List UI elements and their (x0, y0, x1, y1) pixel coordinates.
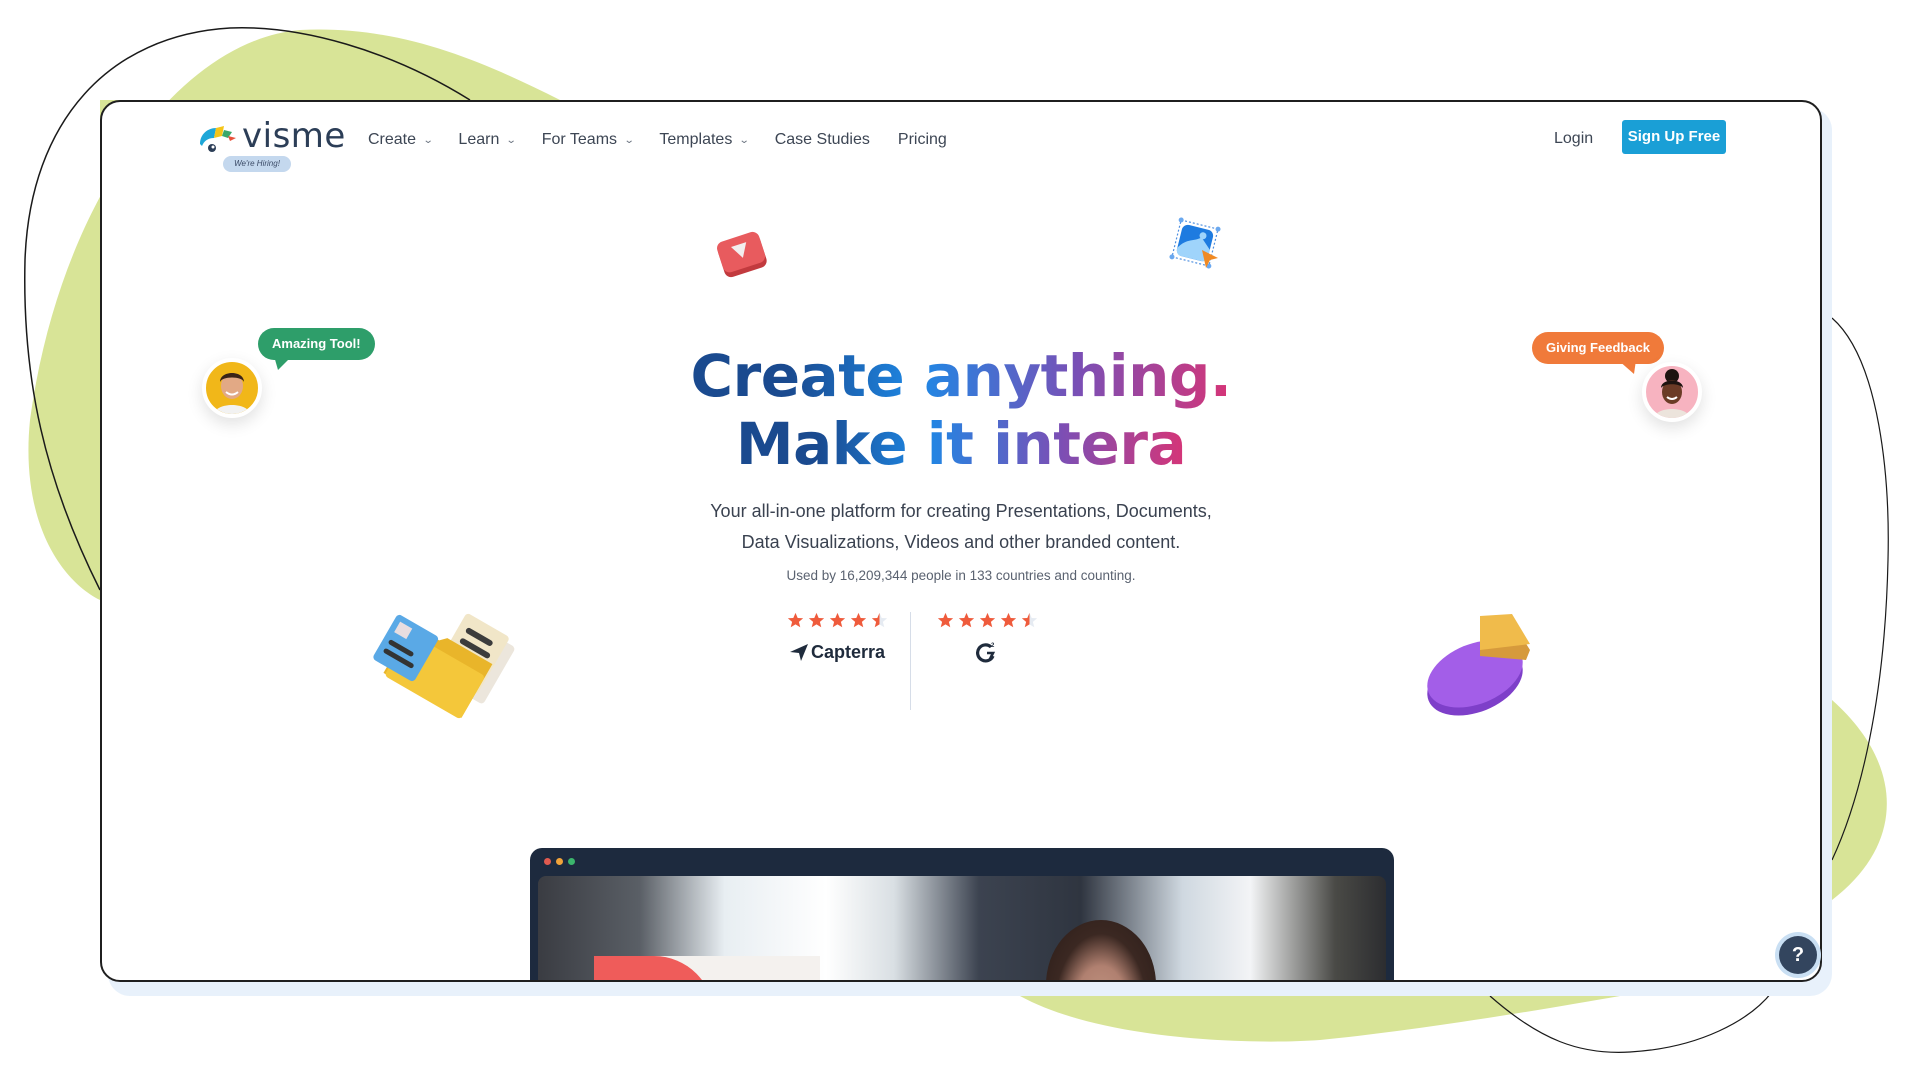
browser-frame: visme We're Hiring! Create ⌄ Learn ⌄ For… (100, 100, 1822, 982)
visme-logo-icon (200, 126, 236, 152)
visme-logo[interactable]: visme We're Hiring! (198, 116, 348, 172)
product-video-mockup[interactable]: MARKET REPORT (530, 848, 1394, 982)
rating-source-label: Capterra (810, 641, 886, 662)
video-preview: MARKET REPORT (538, 876, 1386, 982)
nav-item-pricing[interactable]: Pricing (898, 128, 947, 152)
nav-menu: Create ⌄ Learn ⌄ For Teams ⌄ Templates ⌄… (368, 128, 973, 152)
nav-item-for-teams[interactable]: For Teams ⌄ (541, 128, 635, 152)
nav-item-label: For Teams (541, 131, 618, 148)
star-rating (912, 608, 1062, 632)
g2-logo-icon: 2 (976, 643, 996, 663)
star-full-icon (850, 612, 866, 627)
star-full-icon (937, 612, 953, 627)
ratings-divider (910, 612, 911, 710)
star-full-icon (808, 612, 824, 627)
hero-title-line2: Make it intera (735, 410, 1187, 478)
play-icon (717, 231, 767, 278)
hero-subtitle-line2: Data Visualizations, Videos and other br… (741, 532, 1181, 552)
hero-subtitle-line1: Your all-in-one platform for creating Pr… (710, 501, 1212, 521)
user-count-stat: Used by 16,209,344 people in 133 countri… (786, 568, 1136, 583)
star-full-icon (1000, 612, 1016, 627)
star-full-icon (787, 612, 803, 627)
top-navigation: visme We're Hiring! Create ⌄ Learn ⌄ For… (102, 102, 1820, 182)
nav-item-case-studies[interactable]: Case Studies (775, 128, 870, 152)
star-full-icon (829, 612, 845, 627)
nav-item-create[interactable]: Create ⌄ (368, 128, 434, 152)
report-label: MARKET REPORT (606, 981, 662, 982)
hero-subtitle: Your all-in-one platform for creating Pr… (102, 496, 1820, 558)
capterra-logo-icon (789, 644, 808, 661)
presenter-photo (1046, 920, 1156, 980)
window-controls (544, 858, 575, 865)
capterra-brand: Capterra (762, 640, 912, 664)
nav-item-label: Templates (659, 131, 733, 148)
hero-title: Create anything. Make it intera (102, 342, 1820, 478)
pie-chart-icon (1427, 614, 1530, 716)
ratings: Capterra 2 (762, 608, 1162, 710)
rating-g2[interactable]: 2 (912, 608, 1062, 664)
hero-title-line1: Create anything. (690, 342, 1232, 410)
nav-item-label: Create (368, 131, 417, 148)
g2-brand: 2 (912, 640, 1062, 664)
image-select-icon (1169, 217, 1221, 269)
folder-icon (373, 613, 515, 719)
star-full-icon (979, 612, 995, 627)
star-full-icon (958, 612, 974, 627)
star-half-icon (1021, 612, 1037, 627)
report-red-panel (594, 956, 714, 980)
nav-item-label: Pricing (897, 131, 947, 148)
star-rating (762, 608, 912, 632)
chevron-down-icon: ⌄ (623, 134, 635, 146)
green-blob-right (1832, 700, 1887, 900)
hiring-badge[interactable]: We're Hiring! (223, 156, 291, 172)
help-button[interactable]: ? (1779, 936, 1817, 974)
svg-text:2: 2 (991, 643, 995, 649)
nav-item-label: Case Studies (774, 131, 870, 148)
chevron-down-icon: ⌄ (422, 134, 434, 146)
sign-up-button[interactable]: Sign Up Free (1622, 120, 1726, 154)
chevron-down-icon: ⌄ (739, 134, 750, 146)
star-half-icon (871, 612, 887, 627)
window-dot-green (568, 858, 575, 865)
nav-item-label: Learn (458, 131, 500, 148)
window-dot-red (544, 858, 551, 865)
nav-item-templates[interactable]: Templates ⌄ (659, 128, 750, 152)
nav-item-learn[interactable]: Learn ⌄ (458, 128, 517, 152)
chevron-down-icon: ⌄ (506, 134, 517, 146)
logo-wordmark: visme (242, 116, 346, 156)
window-dot-yellow (556, 858, 563, 865)
market-report-card: MARKET REPORT (594, 956, 820, 982)
login-link[interactable]: Login (1554, 130, 1593, 148)
green-blob-bottom (1020, 996, 1620, 1042)
rating-capterra[interactable]: Capterra (762, 608, 912, 664)
